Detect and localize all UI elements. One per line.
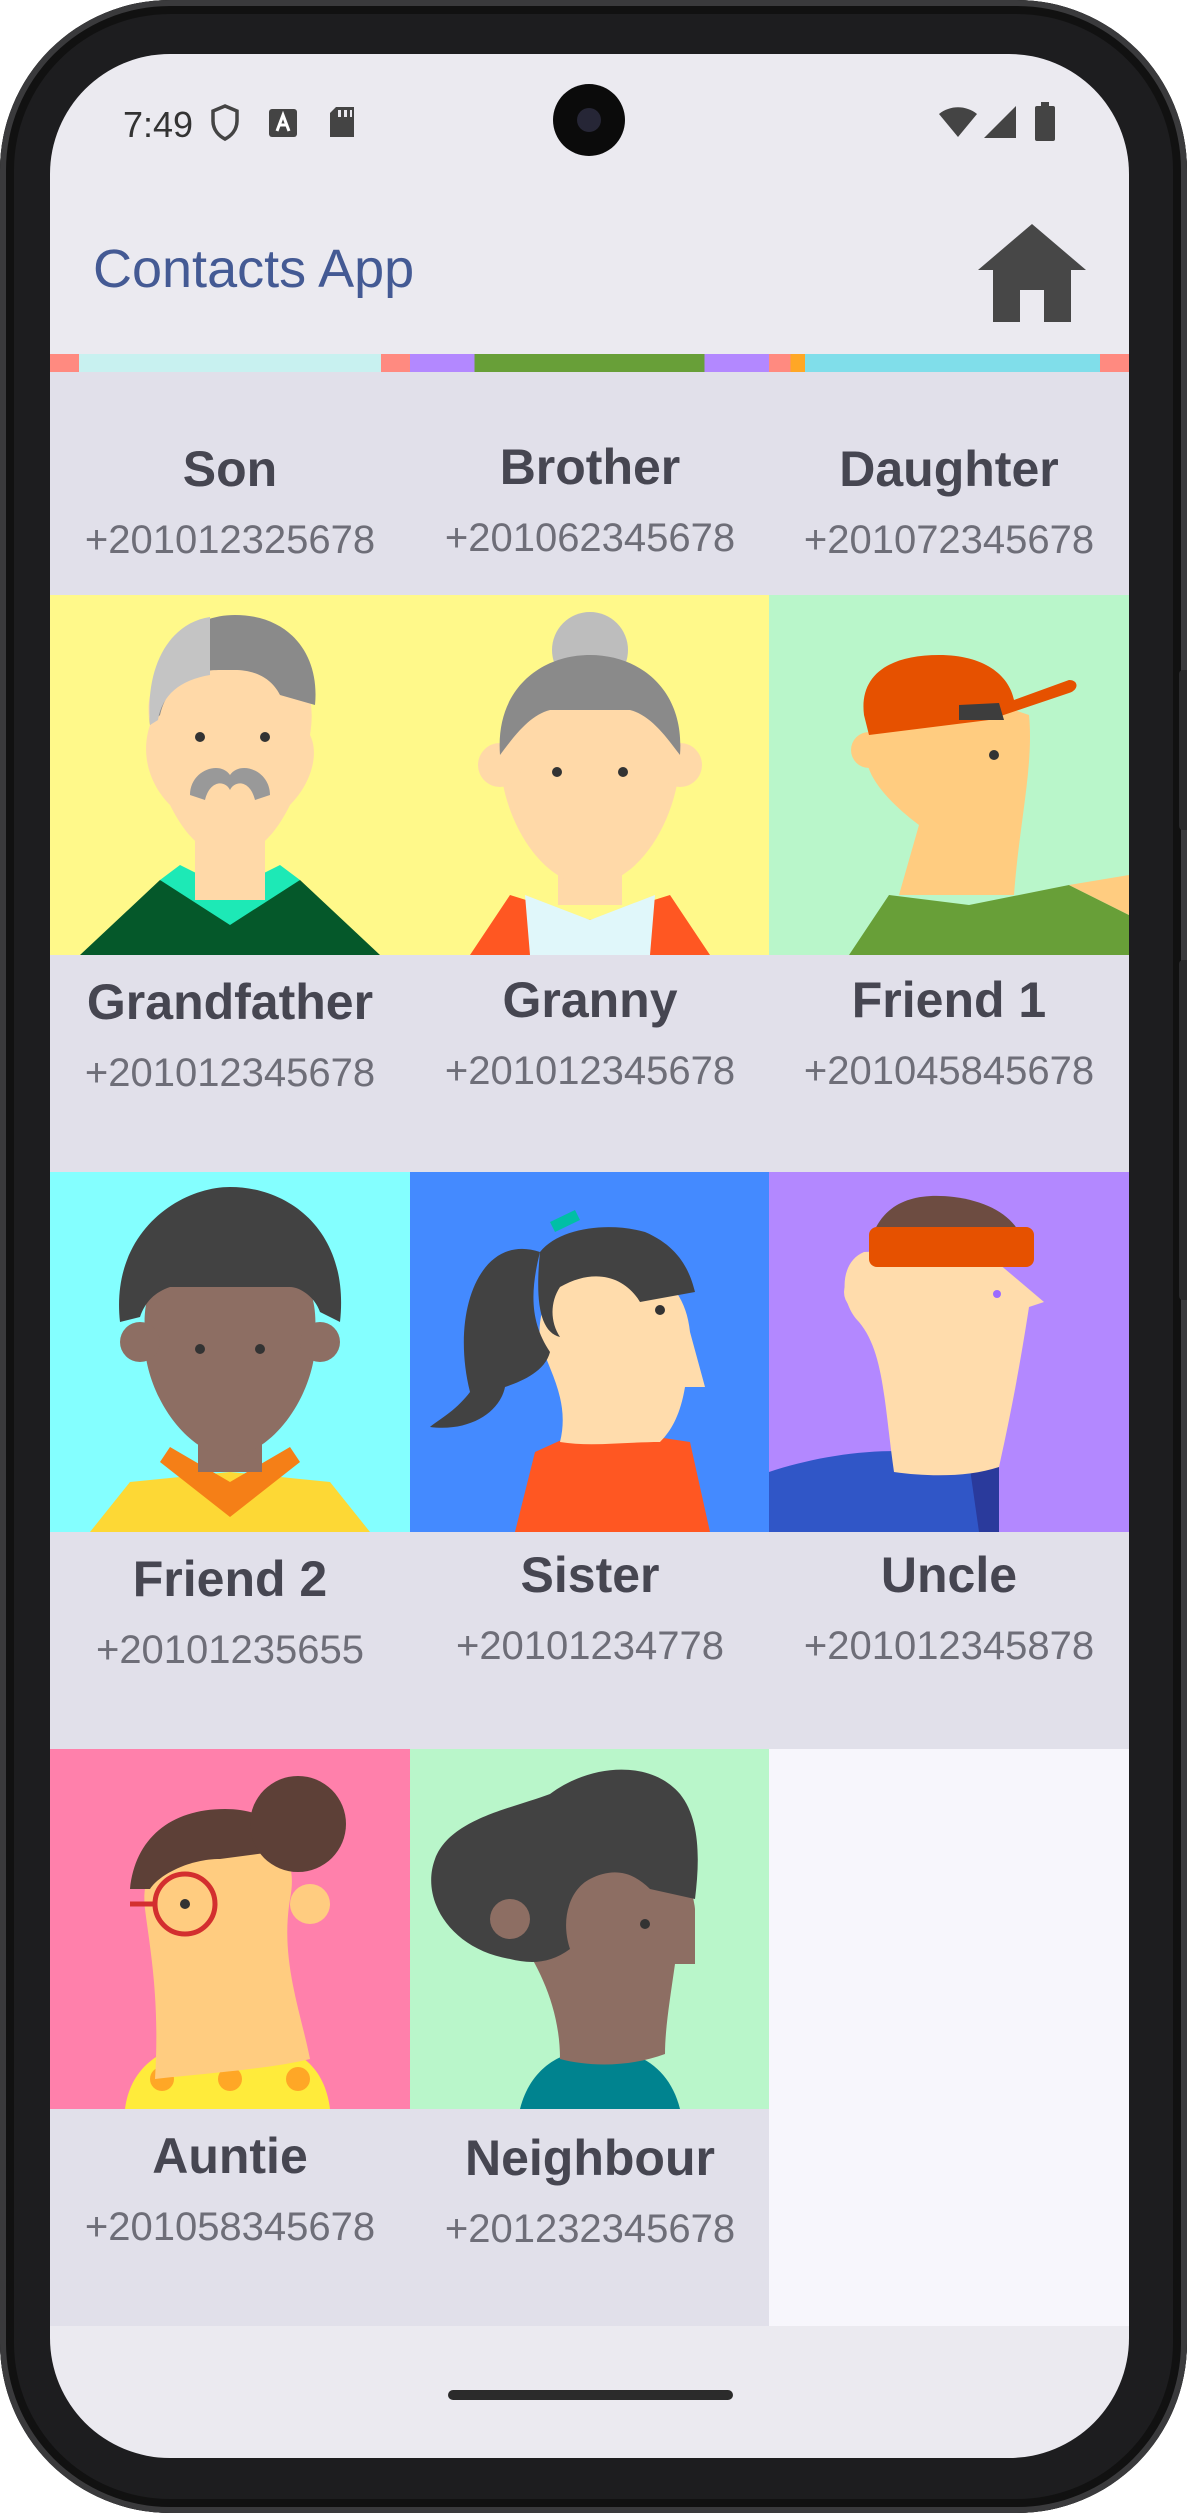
contact-name: Daughter: [839, 441, 1059, 497]
power-button: [1179, 960, 1187, 1300]
wifi-icon: [939, 107, 977, 137]
app-bar: Contacts App: [50, 204, 1129, 354]
grandfather-avatar: [50, 595, 410, 955]
brother-avatar-edge: [410, 354, 769, 372]
contact-name: Sister: [520, 1547, 660, 1603]
son-avatar-edge: [50, 354, 410, 372]
contact-phone: +20101234778: [455, 1624, 725, 1668]
screen: 7:49 Contacts App Son +201012325678 Brot…: [50, 54, 1129, 2458]
contact-name: Auntie: [152, 2128, 308, 2184]
daughter-avatar-edge: [769, 354, 1129, 372]
friend-2-avatar: [50, 1172, 410, 1532]
front-camera: [553, 84, 625, 156]
contact-name: Brother: [499, 439, 681, 495]
contact-phone: +201062345678: [444, 516, 736, 560]
neighbour-avatar: [410, 1749, 770, 2109]
auntie-avatar: [50, 1749, 410, 2109]
home-gesture-handle[interactable]: [448, 2390, 733, 2400]
sd-card-icon: [330, 107, 354, 137]
scrolled-avatar-strip: [50, 354, 1129, 372]
contact-name: Uncle: [880, 1547, 1018, 1603]
battery-icon: [1035, 102, 1055, 141]
contact-phone: +201012345878: [803, 1624, 1095, 1668]
contact-name: Son: [182, 441, 278, 497]
contact-name: Grandfather: [86, 974, 374, 1030]
signal-icon: [984, 106, 1016, 138]
contact-phone: +201232345678: [444, 2207, 736, 2251]
phone-frame: 7:49 Contacts App Son +201012325678 Brot…: [0, 0, 1187, 2513]
home-icon[interactable]: [974, 218, 1090, 328]
contact-name: Friend 2: [132, 1551, 328, 1607]
sister-avatar: [410, 1172, 770, 1532]
app-title: Contacts App: [93, 239, 415, 299]
contact-name: Granny: [502, 972, 678, 1028]
empty-grid-cell: [769, 1749, 1129, 2326]
uncle-avatar: [769, 1172, 1129, 1532]
friend-1-avatar: [769, 595, 1129, 955]
contact-name: Friend 1: [851, 972, 1047, 1028]
granny-avatar: [410, 595, 770, 955]
shield-icon: [211, 104, 239, 141]
status-time: 7:49: [123, 104, 194, 145]
contact-phone: +201072345678: [803, 518, 1095, 562]
a-badge-icon: [269, 109, 297, 137]
status-bar: 7:49: [50, 54, 1129, 204]
contact-phone: +201012345678: [444, 1049, 736, 1093]
gesture-nav-bar: [50, 2348, 1129, 2458]
contact-phone: +201012325678: [84, 518, 376, 562]
contact-phone: +20101235655: [95, 1628, 365, 1672]
volume-button: [1179, 670, 1187, 830]
contact-phone: +201058345678: [84, 2205, 376, 2249]
contact-name: Neighbour: [465, 2130, 715, 2186]
contact-phone: +201012345678: [84, 1051, 376, 1095]
contact-phone: +201045845678: [803, 1049, 1095, 1093]
